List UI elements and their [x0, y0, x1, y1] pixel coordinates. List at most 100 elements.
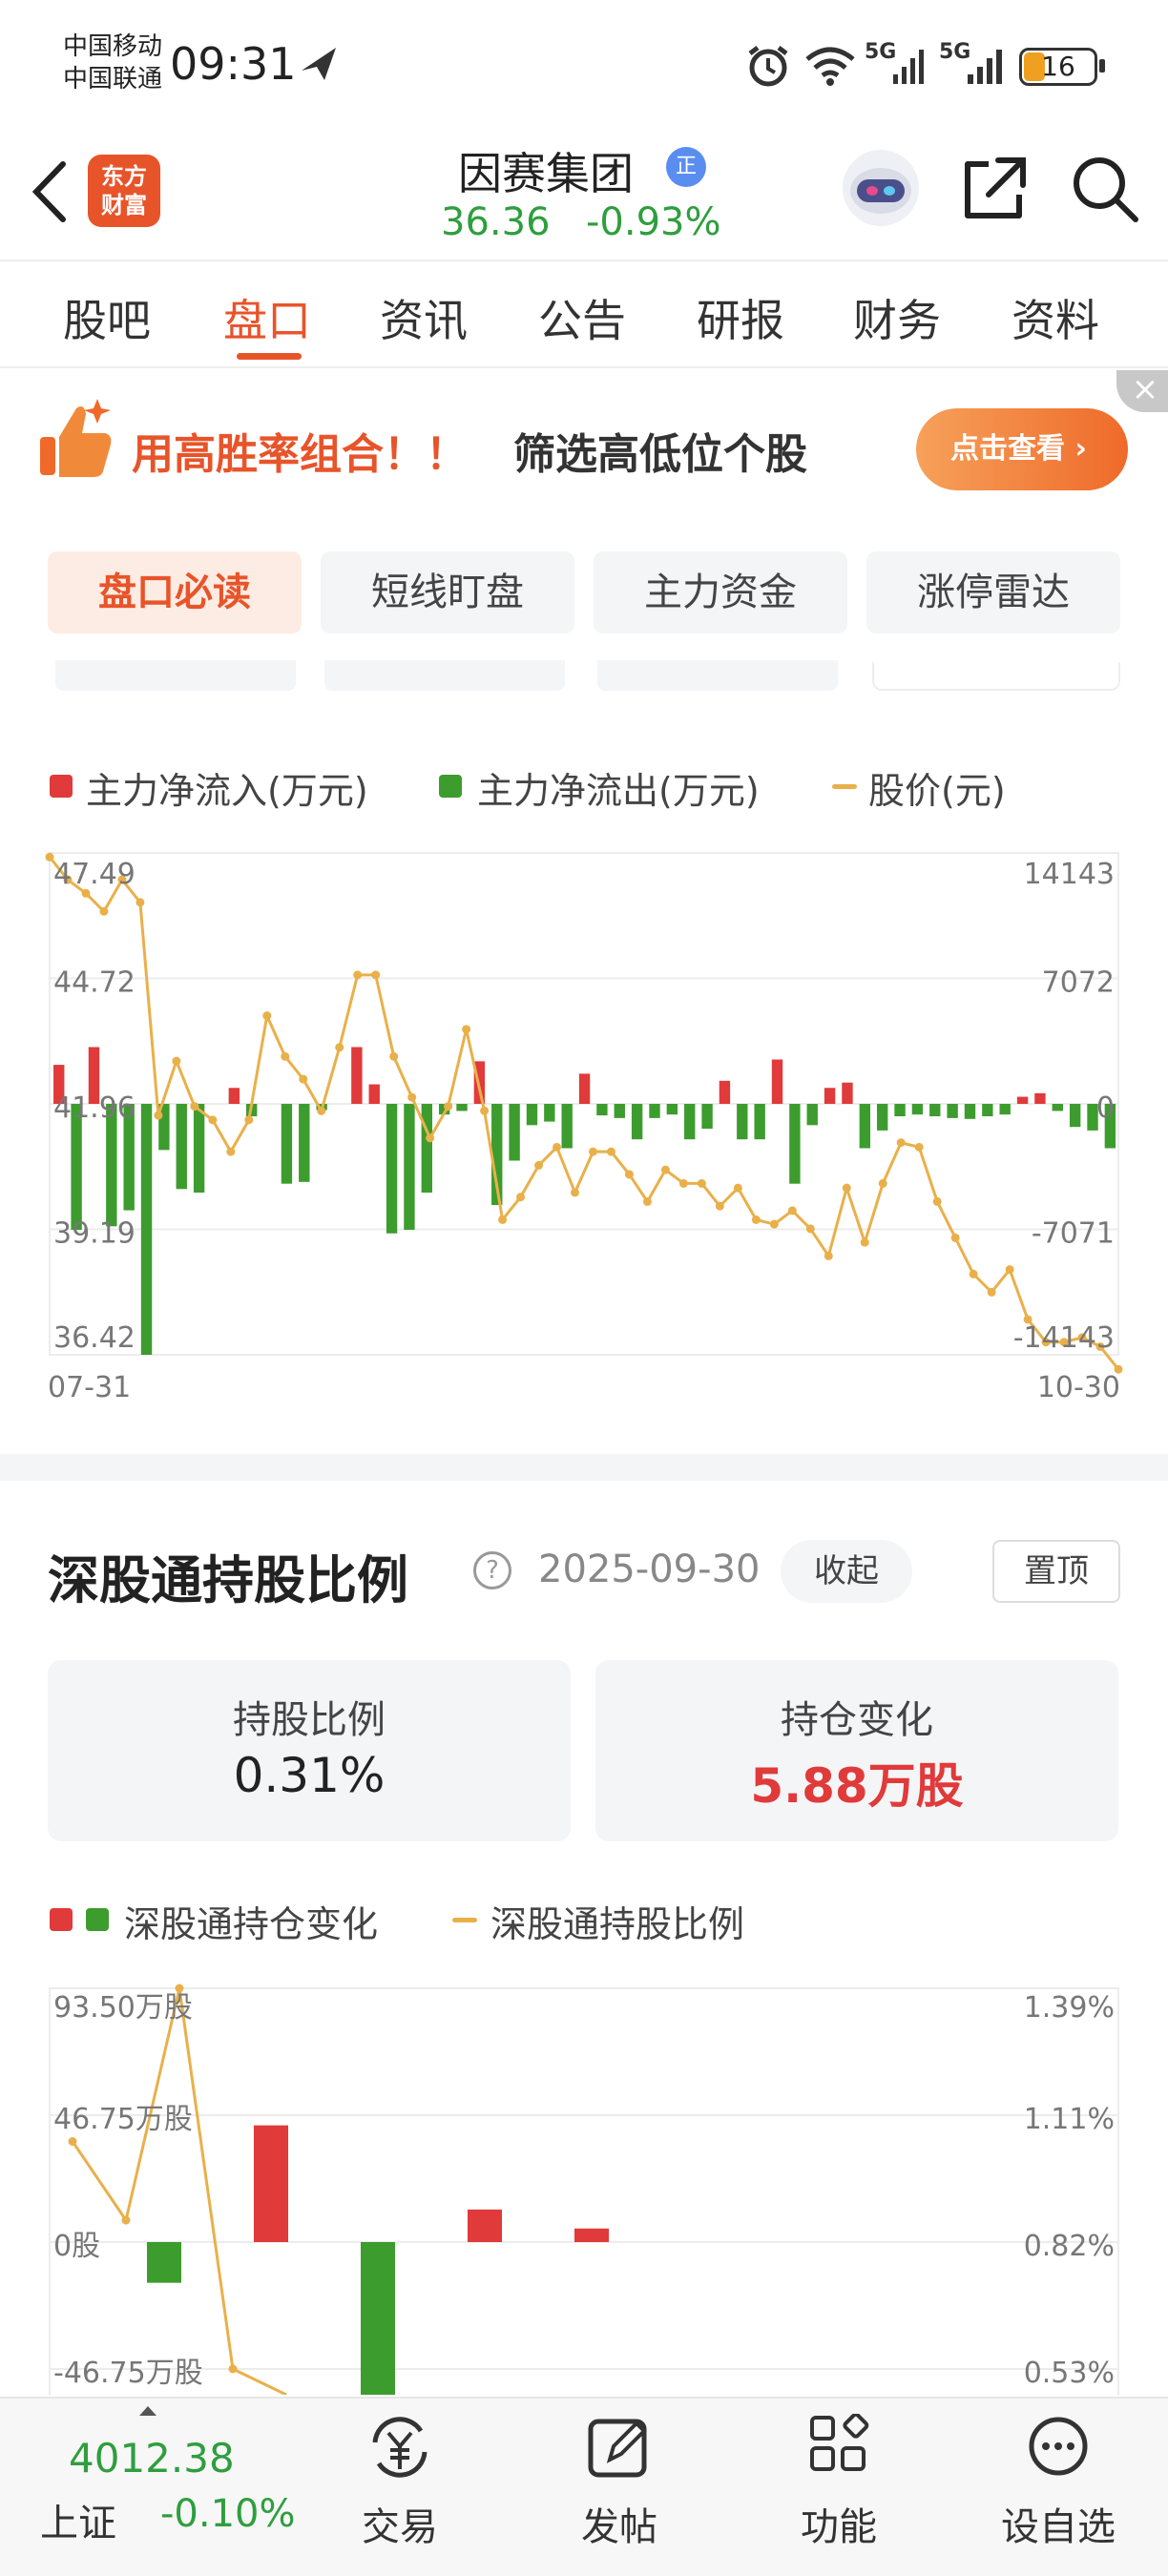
- outflow-bar: [561, 1104, 573, 1149]
- search-icon[interactable]: [1069, 153, 1141, 225]
- close-icon[interactable]: ×: [1116, 370, 1168, 412]
- inflow-bar: [1034, 1092, 1046, 1104]
- price-point: [842, 1183, 851, 1193]
- price-point: [606, 1147, 615, 1156]
- right-tick-label: 0: [1096, 1091, 1115, 1125]
- outflow-bar: [544, 1104, 555, 1122]
- nav-watchlist[interactable]: 设自选: [987, 2414, 1130, 2551]
- tab-announcements[interactable]: 公告: [538, 286, 626, 349]
- subtab-must-read[interactable]: 盘口必读: [48, 551, 302, 634]
- stock-change: -0.93%: [586, 200, 721, 244]
- outflow-bar: [299, 1104, 310, 1182]
- pin-top-button[interactable]: 置顶: [992, 1540, 1120, 1603]
- left-tick-label: 0股: [53, 2230, 100, 2263]
- nav-post[interactable]: 发帖: [548, 2414, 691, 2551]
- outflow-bar: [281, 1104, 293, 1184]
- robot-assistant-icon[interactable]: [840, 147, 922, 229]
- price-point: [932, 1196, 942, 1206]
- price-point: [480, 1106, 490, 1115]
- active-tab-indicator: [237, 353, 302, 360]
- subtab-main-funds[interactable]: 主力资金: [594, 551, 847, 634]
- legend-holding-ratio: 深股通持股比例: [490, 1903, 745, 1945]
- index-value[interactable]: 4012.38: [69, 2435, 235, 2482]
- nav-trade-label: 交易: [362, 2505, 438, 2549]
- paper-plane-icon: [302, 48, 336, 80]
- price-point: [769, 1219, 779, 1229]
- alarm-icon: [748, 46, 788, 87]
- outflow-bar: [754, 1104, 765, 1140]
- tab-profile[interactable]: 资料: [1012, 286, 1099, 349]
- outflow-bar: [701, 1104, 713, 1130]
- outflow-bar: [386, 1104, 398, 1234]
- hk-holding-chart: 93.50万股 46.75万股 0股 -46.75万股 1.39% 1.11% 0.82% 0…: [49, 1984, 1119, 2395]
- holding-change-card: 持仓变化 5.88万股: [595, 1660, 1118, 1841]
- outflow-bar: [964, 1104, 976, 1119]
- holding-change-label: 持仓变化: [781, 1698, 933, 1742]
- price-point: [371, 970, 381, 980]
- tab-research[interactable]: 研报: [697, 286, 784, 349]
- help-icon[interactable]: ?: [473, 1551, 511, 1589]
- outflow-bar: [1069, 1104, 1081, 1128]
- price-point: [896, 1138, 906, 1148]
- price-point: [787, 1206, 797, 1215]
- tab-finance[interactable]: 财务: [853, 286, 941, 349]
- legend-holding-change: 深股通持仓变化: [124, 1903, 379, 1945]
- popover-stub: [872, 662, 1120, 691]
- main-fund-flow-chart: 47.49 44.72 41.96 39.19 36.42 14143 7072 0 -7071…: [45, 852, 1123, 1404]
- holding-ratio-label: 持股比例: [233, 1698, 386, 1742]
- edit-icon: [588, 2419, 647, 2478]
- tab-pankou[interactable]: 盘口: [223, 286, 311, 349]
- ratio-point: [68, 2137, 77, 2147]
- outflow-bar: [614, 1104, 625, 1118]
- index-change[interactable]: -0.10%: [160, 2492, 296, 2536]
- price-point: [407, 1092, 417, 1102]
- nav-post-label: 发帖: [581, 2505, 657, 2549]
- tab-guba[interactable]: 股吧: [63, 286, 151, 349]
- x-start-label: 07-31: [48, 1371, 131, 1404]
- inflow-bar: [719, 1080, 731, 1104]
- banner-view-button[interactable]: 点击查看 ›: [916, 408, 1128, 490]
- price-point: [534, 1160, 544, 1170]
- battery-tip: [1099, 59, 1105, 73]
- card-stub: [55, 660, 296, 691]
- main-tabs: 股吧 盘口 资讯 公告 研报 财务 资料: [0, 260, 1168, 368]
- tab-news[interactable]: 资讯: [380, 286, 468, 349]
- price-point: [588, 1147, 597, 1156]
- right-tick-label: 0.82%: [1024, 2230, 1115, 2263]
- outflow-bar: [789, 1104, 801, 1184]
- price-point: [571, 1188, 580, 1197]
- nav-functions[interactable]: 功能: [767, 2412, 910, 2551]
- stock-price: 36.36: [441, 200, 551, 244]
- left-tick-label: 46.75万股: [53, 2103, 193, 2136]
- inflow-bar: [351, 1047, 363, 1104]
- outflow-bar: [140, 1104, 153, 1355]
- right-tick-label: 7072: [1042, 966, 1115, 1000]
- right-tick-label: 1.11%: [1024, 2103, 1115, 2136]
- outflow-bar: [947, 1104, 958, 1118]
- subtab-short-term[interactable]: 短线盯盘: [321, 551, 574, 634]
- price-point: [281, 1051, 290, 1061]
- price-point: [969, 1269, 978, 1278]
- promo-banner[interactable]: 用高胜率组合！！ 筛选高低位个股 点击查看 › ×: [0, 370, 1168, 523]
- index-name[interactable]: 上证: [40, 2492, 116, 2547]
- x-end-label: 10-30: [1037, 1371, 1120, 1404]
- caret-up-icon[interactable]: [137, 2404, 158, 2418]
- nav-functions-label: 功能: [801, 2505, 877, 2549]
- battery-level: 16: [1041, 51, 1075, 82]
- outflow-bar: [666, 1104, 678, 1115]
- back-arrow-icon[interactable]: [25, 158, 73, 225]
- outflow-bar: [894, 1104, 906, 1117]
- holding-increase-bar: [254, 2125, 288, 2242]
- price-point: [914, 1142, 924, 1152]
- price-point: [317, 1106, 326, 1115]
- stock-badge: 正: [666, 147, 706, 187]
- nav-trade[interactable]: 交易: [328, 2414, 471, 2551]
- app-logo[interactable]: 东方 财富: [88, 155, 160, 227]
- share-icon[interactable]: [960, 153, 1031, 223]
- subtab-limit-radar[interactable]: 涨停雷达: [866, 551, 1120, 634]
- outflow-bar: [982, 1104, 993, 1117]
- outflow-bar: [421, 1104, 432, 1193]
- price-point: [190, 1102, 199, 1111]
- price-point: [805, 1224, 815, 1234]
- collapse-button[interactable]: 收起: [781, 1540, 912, 1603]
